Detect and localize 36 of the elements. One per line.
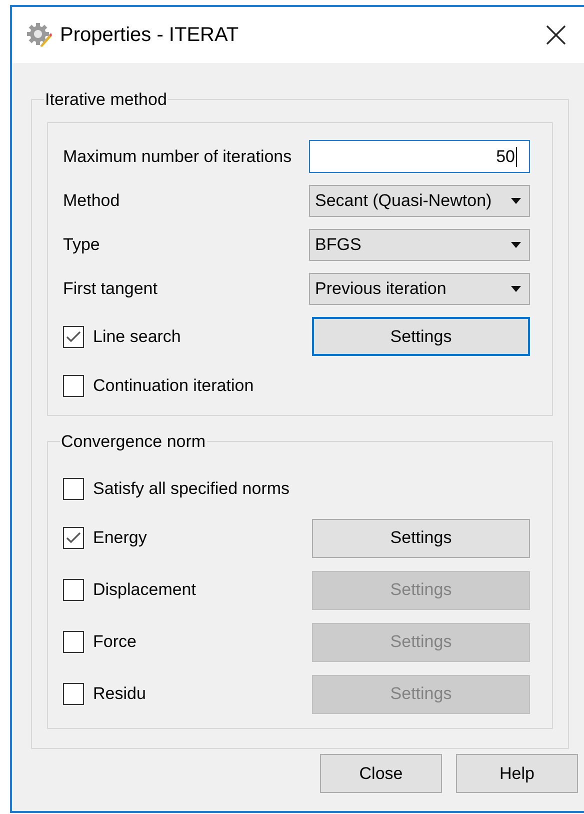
checkbox[interactable] xyxy=(63,374,84,396)
checkbox-label: Continuation iteration xyxy=(93,374,255,397)
checkbox-label: Satisfy all specified norms xyxy=(93,478,291,500)
settings-button[interactable]: Settings xyxy=(312,518,530,558)
dialog-button[interactable]: Help xyxy=(456,754,578,793)
input-field[interactable]: 50 xyxy=(309,140,530,173)
dialog-button[interactable]: Close xyxy=(320,754,442,793)
dropdown[interactable]: BFGS xyxy=(309,228,530,260)
checkbox[interactable] xyxy=(63,478,84,500)
group-title: Iterative method xyxy=(44,89,168,111)
checkbox[interactable] xyxy=(63,579,84,601)
caret-icon xyxy=(511,286,521,292)
field-label: First tangent xyxy=(63,278,158,300)
checkbox-label: Line search xyxy=(93,326,182,348)
checkmark-icon xyxy=(66,330,81,342)
checkbox[interactable] xyxy=(63,326,84,348)
checkmark-icon xyxy=(66,532,81,544)
group-title: Convergence norm xyxy=(60,430,207,452)
dropdown[interactable]: Previous iteration xyxy=(309,272,530,304)
checkbox[interactable] xyxy=(63,527,84,549)
checkbox-label: Residu xyxy=(93,683,147,706)
caret-icon xyxy=(511,242,521,248)
gear-icon xyxy=(26,22,52,48)
field-label: Type xyxy=(63,234,101,256)
window-title: Properties - ITERAT xyxy=(60,23,239,48)
checkbox[interactable] xyxy=(63,683,84,705)
checkbox-label: Energy xyxy=(93,527,148,550)
settings-button[interactable]: Settings xyxy=(312,317,530,356)
checkbox-label: Force xyxy=(93,631,138,654)
close-icon[interactable] xyxy=(546,25,566,45)
caret-icon xyxy=(511,198,521,204)
dropdown[interactable]: Secant (Quasi-Newton) xyxy=(309,184,530,216)
field-label: Method xyxy=(63,190,121,212)
field-label: Maximum number of iterations xyxy=(63,146,293,168)
checkbox[interactable] xyxy=(63,631,84,653)
checkbox-label: Displacement xyxy=(93,579,197,602)
